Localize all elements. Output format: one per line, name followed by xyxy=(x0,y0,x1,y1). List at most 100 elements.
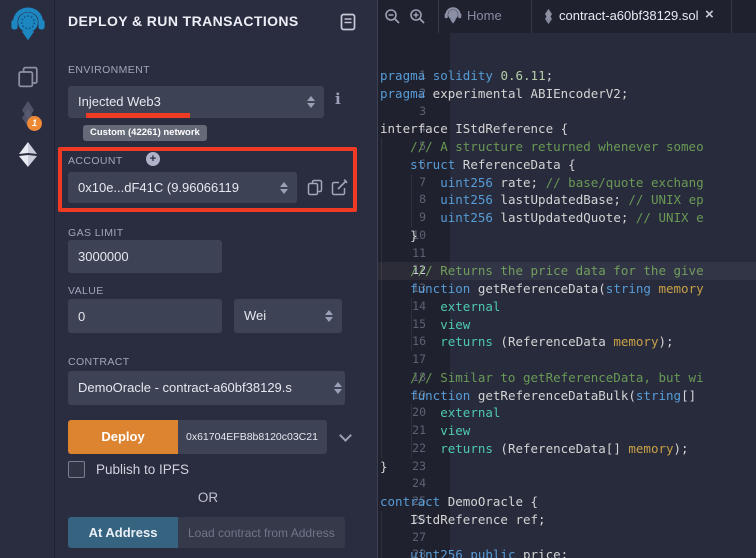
file-explorer-icon[interactable] xyxy=(0,66,55,88)
tab-separator xyxy=(531,0,532,33)
indent-guide xyxy=(381,227,382,245)
account-select[interactable]: 0x10e...dF41C (9.96066119 xyxy=(68,172,297,203)
code-line[interactable]: contract DemoOracle { xyxy=(380,493,756,511)
indent-guide xyxy=(381,351,382,369)
code-line[interactable]: pragma solidity 0.6.11; xyxy=(380,67,756,85)
contract-select[interactable]: DemoOracle - contract-a60bf38129.s xyxy=(68,371,345,405)
tab-separator xyxy=(731,0,732,33)
zoom-in-icon[interactable] xyxy=(409,8,426,25)
indent-guide xyxy=(381,298,382,316)
indent-guide xyxy=(411,404,412,422)
code-line[interactable]: interface IStdReference { xyxy=(380,120,756,138)
indent-guide xyxy=(381,156,382,174)
deploy-run-panel: DEPLOY & RUN TRANSACTIONS ENVIRONMENT In… xyxy=(55,0,378,558)
at-address-button[interactable]: At Address xyxy=(68,517,178,548)
code-line[interactable]: } xyxy=(380,227,756,245)
publish-ipfs-checkbox[interactable] xyxy=(68,461,85,478)
indent-guide xyxy=(381,387,382,405)
documentation-book-icon[interactable] xyxy=(339,13,357,31)
code-area[interactable]: pragma solidity 0.6.11;pragma experiment… xyxy=(380,33,756,558)
code-line[interactable]: uint256 public price; xyxy=(380,546,756,558)
code-line[interactable]: IStdReference ref; xyxy=(380,511,756,529)
solidity-compiler-icon[interactable]: 1 xyxy=(0,101,55,127)
activity-bar: 1 xyxy=(0,0,55,558)
value-label: VALUE xyxy=(68,285,104,297)
gas-limit-label: GAS LIMIT xyxy=(68,227,124,239)
code-line[interactable] xyxy=(380,475,756,493)
code-line[interactable]: } xyxy=(380,458,756,476)
code-line[interactable] xyxy=(380,351,756,369)
indent-guide xyxy=(381,245,382,263)
code-line[interactable]: uint256 rate; // base/quote exchang xyxy=(380,174,756,192)
editor-tab-bar: Home contract-a60bf38129.sol × xyxy=(378,0,756,33)
indent-guide xyxy=(381,138,382,156)
indent-guide xyxy=(381,404,382,422)
tab-home-icon xyxy=(444,7,462,25)
indent-guide xyxy=(411,298,412,316)
gas-limit-input[interactable] xyxy=(68,240,222,273)
tab-home[interactable]: Home xyxy=(467,8,502,23)
indent-guide xyxy=(411,440,412,458)
indent-guide xyxy=(381,422,382,440)
code-line[interactable]: uint256 lastUpdatedBase; // UNIX ep xyxy=(380,191,756,209)
code-line[interactable]: returns (ReferenceData memory); xyxy=(380,333,756,351)
select-caret-icon xyxy=(325,310,333,322)
editor-region: Home contract-a60bf38129.sol × 123456789… xyxy=(378,0,756,558)
code-line[interactable] xyxy=(380,103,756,121)
code-line[interactable]: external xyxy=(380,404,756,422)
deploy-run-icon[interactable] xyxy=(0,142,55,168)
contract-value: DemoOracle - contract-a60bf38129.s xyxy=(78,380,292,395)
indent-guide xyxy=(381,316,382,334)
remix-logo-icon[interactable] xyxy=(0,7,55,43)
select-caret-icon xyxy=(280,182,288,194)
code-line[interactable]: external xyxy=(380,298,756,316)
copy-account-icon[interactable] xyxy=(307,179,325,197)
tab-separator xyxy=(438,0,439,33)
tab-solidity-icon xyxy=(542,8,555,25)
deploy-expand-chevron-icon[interactable] xyxy=(339,429,352,442)
code-line[interactable]: view xyxy=(380,316,756,334)
code-line[interactable]: function getReferenceDataBulk(string[] xyxy=(380,387,756,405)
code-line[interactable]: function getReferenceData(string memory xyxy=(380,280,756,298)
code-line[interactable]: pragma experimental ABIEncoderV2; xyxy=(380,85,756,103)
code-editor: 1234567891011121314151617181920212223242… xyxy=(378,33,756,558)
code-line[interactable] xyxy=(380,529,756,547)
network-badge: Custom (42261) network xyxy=(83,125,207,141)
code-line[interactable]: returns (ReferenceData[] memory); xyxy=(380,440,756,458)
code-line[interactable]: uint256 lastUpdatedQuote; // UNIX e xyxy=(380,209,756,227)
code-line[interactable] xyxy=(380,245,756,263)
value-unit-select[interactable]: Wei xyxy=(234,299,342,333)
contract-label: CONTRACT xyxy=(68,356,130,368)
code-line[interactable]: /// A structure returned whenever someo xyxy=(380,138,756,156)
select-caret-icon xyxy=(334,382,342,394)
indent-guide xyxy=(381,511,382,529)
deploy-button[interactable]: Deploy xyxy=(68,420,178,454)
at-address-input[interactable] xyxy=(178,517,345,548)
environment-label: ENVIRONMENT xyxy=(68,64,150,76)
environment-info-icon[interactable]: i xyxy=(335,90,341,108)
tab-contract-file[interactable]: contract-a60bf38129.sol xyxy=(559,8,698,23)
indent-guide xyxy=(381,174,382,192)
tab-close-icon[interactable]: × xyxy=(705,6,714,23)
add-account-icon[interactable]: + xyxy=(146,152,160,166)
environment-value: Injected Web3 xyxy=(78,94,161,109)
indent-guide xyxy=(411,209,412,227)
indent-guide xyxy=(381,191,382,209)
publish-ipfs-label: Publish to IPFS xyxy=(96,462,189,477)
indent-guide xyxy=(381,333,382,351)
indent-guide xyxy=(411,333,412,351)
code-line[interactable]: /// Returns the price data for the give xyxy=(380,262,756,280)
or-divider-label: OR xyxy=(68,490,348,505)
indent-guide xyxy=(381,280,382,298)
compiler-badge: 1 xyxy=(27,116,42,131)
zoom-out-icon[interactable] xyxy=(384,8,401,25)
indent-guide xyxy=(411,191,412,209)
value-unit: Wei xyxy=(244,308,266,323)
code-line[interactable]: /// Similar to getReferenceData, but wi xyxy=(380,369,756,387)
value-input[interactable] xyxy=(68,299,222,333)
indent-guide xyxy=(411,422,412,440)
deploy-argument-input[interactable] xyxy=(178,420,327,454)
code-line[interactable]: struct ReferenceData { xyxy=(380,156,756,174)
edit-account-icon[interactable] xyxy=(331,179,349,197)
code-line[interactable]: view xyxy=(380,422,756,440)
